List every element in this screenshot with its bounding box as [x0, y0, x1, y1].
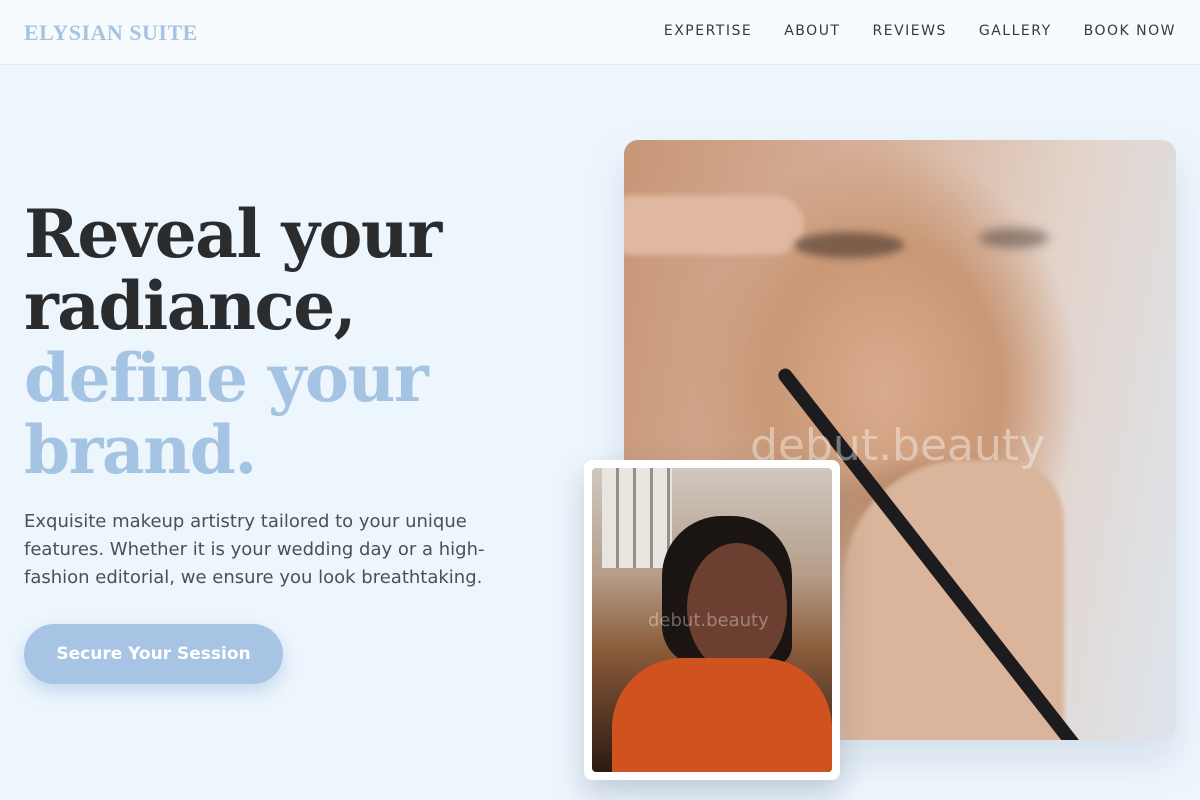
nav-link-book-now[interactable]: BOOK NOW	[1084, 23, 1176, 39]
hero-title-line-2: radiance,	[24, 267, 357, 345]
portrait-photo-card: debut.beauty	[584, 460, 840, 780]
photo-eyebrow-shape	[794, 232, 904, 258]
hero-description: Exquisite makeup artistry tailored to yo…	[24, 511, 485, 588]
site-logo[interactable]: ELYSIAN SUITE	[24, 20, 198, 46]
hero-title: Reveal your radiance, define your brand.	[24, 198, 544, 486]
photo-window-shape	[602, 468, 672, 568]
photo-dress-shape	[612, 658, 832, 772]
secure-session-button[interactable]: Secure Your Session	[24, 624, 283, 684]
photo-finger-shape	[624, 195, 804, 255]
hero-title-line-4: brand.	[24, 411, 257, 489]
bride-portrait-photo: debut.beauty	[592, 468, 832, 772]
nav-link-reviews[interactable]: REVIEWS	[873, 23, 947, 39]
nav-link-expertise[interactable]: EXPERTISE	[664, 23, 752, 39]
nav-link-about[interactable]: ABOUT	[784, 23, 840, 39]
main-nav: EXPERTISE ABOUT REVIEWS GALLERY BOOK NOW	[664, 23, 1176, 39]
photo-eyebrow-shape-right	[979, 228, 1049, 248]
nav-link-gallery[interactable]: GALLERY	[979, 23, 1052, 39]
hero-title-line-3: define your	[24, 339, 429, 417]
photo-face-shape	[687, 543, 787, 673]
top-navbar: ELYSIAN SUITE EXPERTISE ABOUT REVIEWS GA…	[0, 0, 1200, 65]
hero-title-line-1: Reveal your	[24, 195, 442, 273]
portrait-photo-watermark: debut.beauty	[648, 610, 769, 631]
